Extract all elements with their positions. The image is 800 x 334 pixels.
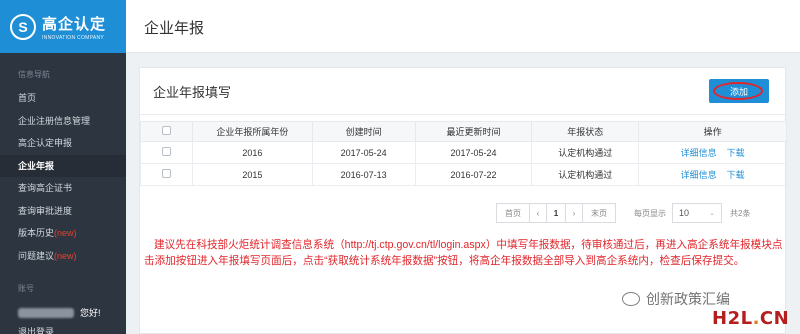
last-page-button[interactable]: 末页 [582, 203, 616, 223]
logo-icon: S [10, 13, 36, 40]
download-link[interactable]: 下载 [727, 170, 745, 180]
sidebar-item-home[interactable]: 首页 [0, 87, 126, 110]
column-header: 操作 [638, 121, 787, 142]
highlight-circle [713, 82, 763, 100]
sidebar-item-certification[interactable]: 高企认定申报 [0, 132, 126, 155]
prev-page-button[interactable]: ‹ [529, 203, 547, 223]
logo-title: 高企认定 [42, 15, 107, 33]
instruction-notice: 建议先在科技部火炬统计调查信息系统（http://tj.ctp.gov.cn/t… [144, 239, 783, 267]
site-watermark: H2L.CN [712, 308, 790, 329]
row-checkbox[interactable] [161, 147, 171, 156]
cell-created: 2017-05-24 [311, 141, 416, 164]
nav-section-label: 信息导航 [18, 70, 50, 79]
sidebar-item-certificate-query[interactable]: 查询高企证书 [0, 177, 126, 200]
details-link[interactable]: 详细信息 [681, 170, 717, 180]
cell-status: 认定机构通过 [531, 163, 640, 186]
first-page-button[interactable]: 首页 [496, 203, 530, 223]
row-checkbox[interactable] [161, 169, 171, 178]
total-count: 共2条 [730, 208, 751, 218]
cell-created: 2016-07-13 [311, 163, 416, 186]
sidebar-item-feedback[interactable]: 问题建议(new) [0, 245, 126, 268]
column-header: 年报状态 [531, 121, 640, 142]
wechat-icon [622, 292, 640, 306]
cell-status: 认定机构通过 [531, 141, 640, 164]
page-size-label: 每页显示 [634, 208, 666, 218]
current-page[interactable]: 1 [546, 203, 566, 223]
panel-title: 企业年报填写 [153, 85, 232, 100]
sidebar: S 高企认定 INNOVATION COMPANY 信息导航 首页 企业注册信息… [0, 0, 126, 334]
logo[interactable]: S 高企认定 INNOVATION COMPANY [0, 0, 126, 53]
page-title: 企业年报 [144, 20, 205, 37]
next-page-button[interactable]: › [565, 203, 583, 223]
select-all-checkbox[interactable] [161, 126, 171, 135]
sidebar-item-progress-query[interactable]: 查询审批进度 [0, 200, 126, 223]
sidebar-item-annual-report[interactable]: 企业年报 [0, 154, 126, 177]
user-greeting: 您好! [0, 303, 126, 323]
add-button[interactable]: 添加 [709, 79, 769, 103]
report-table: 企业年报所属年份 创建时间 最近更新时间 年报状态 操作 2016 2017-0… [140, 121, 787, 186]
cell-year: 2015 [191, 163, 313, 186]
cell-year: 2016 [191, 141, 313, 164]
sidebar-item-registration[interactable]: 企业注册信息管理 [0, 110, 126, 133]
watermark: 创新政策汇编 [622, 289, 730, 309]
cell-updated: 2016-07-22 [414, 163, 533, 186]
cell-updated: 2017-05-24 [414, 141, 533, 164]
logout-link[interactable]: 退出登录 [0, 323, 126, 334]
column-header: 最近更新时间 [414, 121, 533, 142]
table-header-row: 企业年报所属年份 创建时间 最近更新时间 年报状态 操作 [140, 121, 787, 142]
sidebar-item-version-history[interactable]: 版本历史(new) [0, 222, 126, 245]
table-row: 2015 2016-07-13 2016-07-22 认定机构通过 详细信息 下载 [140, 163, 787, 186]
username-redacted [18, 308, 74, 318]
account-section-label: 账号 [18, 284, 34, 293]
logo-subtitle: INNOVATION COMPANY [42, 34, 105, 41]
column-header: 企业年报所属年份 [191, 121, 313, 142]
download-link[interactable]: 下载 [727, 148, 745, 158]
new-badge: (new) [54, 228, 77, 238]
table-row: 2016 2017-05-24 2017-05-24 认定机构通过 详细信息 下载 [140, 141, 787, 164]
column-header: 创建时间 [311, 121, 416, 142]
chevron-down-icon: ⌄ [709, 210, 715, 217]
pagination: 首页 ‹ 1 › 末页 每页显示 10 ⌄ 共2条 [496, 203, 751, 223]
details-link[interactable]: 详细信息 [681, 148, 717, 158]
new-badge: (new) [54, 250, 77, 261]
header: 企业年报 [126, 0, 800, 53]
page-size-select[interactable]: 10 ⌄ [672, 203, 722, 223]
